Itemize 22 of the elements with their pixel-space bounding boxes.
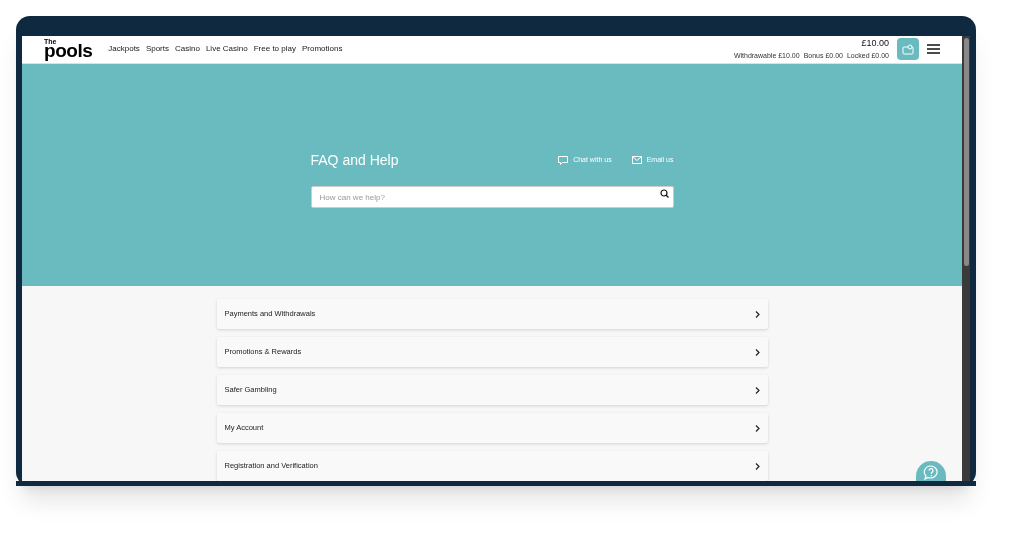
chevron-right-icon: [754, 348, 760, 356]
nav-link[interactable]: Jackpots: [108, 43, 140, 56]
speech-bubble-icon: [558, 155, 569, 165]
nav-link[interactable]: Free to play: [253, 43, 296, 56]
nav-link[interactable]: Live Casino: [205, 43, 248, 56]
wallet-icon: [902, 43, 914, 55]
chevron-right-icon: [754, 424, 760, 432]
search-icon[interactable]: [659, 188, 669, 198]
menu-icon[interactable]: [927, 44, 940, 55]
nav-link[interactable]: Promotions: [301, 43, 343, 56]
nav-link[interactable]: Casino: [175, 43, 200, 56]
chevron-right-icon: [754, 386, 760, 394]
envelope-icon: [631, 156, 642, 165]
search-field[interactable]: How can we help?: [310, 186, 674, 209]
scrollbar[interactable]: [962, 36, 970, 481]
nav-link[interactable]: Sports: [145, 43, 169, 56]
balance-amount: £10.00: [861, 37, 889, 51]
page-title: FAQ and Help: [310, 150, 400, 170]
chevron-right-icon: [754, 310, 760, 318]
scrollbar-thumb[interactable]: [963, 38, 969, 266]
chevron-right-icon: [754, 462, 760, 470]
help-icon: [923, 465, 939, 480]
